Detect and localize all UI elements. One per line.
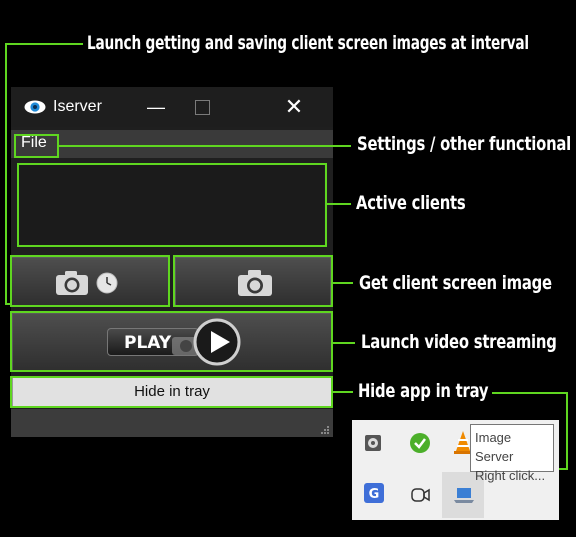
highlight-interval — [10, 255, 170, 307]
connector-menu — [59, 145, 351, 147]
menu-bar: File — [11, 130, 333, 158]
connector-interval — [5, 43, 83, 45]
highlight-play — [10, 311, 333, 372]
shield-check-icon[interactable] — [409, 432, 431, 454]
settings-gear-icon[interactable] — [363, 433, 383, 453]
g-app-icon[interactable]: G — [364, 483, 384, 507]
connector-capture — [333, 282, 353, 284]
connector-tray-v — [566, 392, 568, 470]
label-capture: Get client screen image — [359, 272, 552, 294]
connector-clients — [327, 203, 351, 205]
highlight-hide — [10, 376, 333, 408]
resize-grip-icon[interactable] — [319, 424, 329, 434]
svg-text:G: G — [369, 487, 380, 502]
highlight-menu-file — [14, 134, 59, 158]
eye-icon — [24, 100, 46, 114]
video-camera-icon[interactable] — [409, 486, 431, 504]
laptop-icon[interactable] — [453, 486, 475, 504]
tooltip-title: Image Server — [475, 430, 514, 464]
connector-hide — [333, 391, 353, 393]
highlight-capture — [173, 255, 333, 307]
title-bar[interactable]: Iserver — ✕ — [11, 87, 333, 127]
status-strip — [11, 409, 333, 437]
window-title: Iserver — [53, 98, 102, 115]
system-tray-panel: Image Server Right click... G — [352, 420, 559, 520]
connector-interval-h — [5, 303, 12, 305]
label-interval-capture: Launch getting and saving client screen … — [87, 32, 529, 54]
highlight-clients — [17, 163, 327, 247]
connector-tray-h — [492, 392, 568, 394]
tray-tooltip: Image Server Right click... — [470, 424, 554, 483]
label-tray: Hide app in tray — [358, 380, 489, 402]
connector-interval-v — [5, 43, 7, 305]
label-clients: Active clients — [356, 192, 466, 214]
maximize-button[interactable] — [179, 87, 225, 127]
close-button[interactable]: ✕ — [271, 87, 317, 127]
label-menu: Settings / other functional — [357, 133, 572, 155]
connector-video — [333, 342, 355, 344]
tooltip-hint: Right click... — [475, 468, 546, 483]
minimize-button[interactable]: — — [133, 87, 179, 127]
label-video: Launch video streaming — [361, 331, 557, 353]
maximize-icon — [195, 100, 210, 115]
